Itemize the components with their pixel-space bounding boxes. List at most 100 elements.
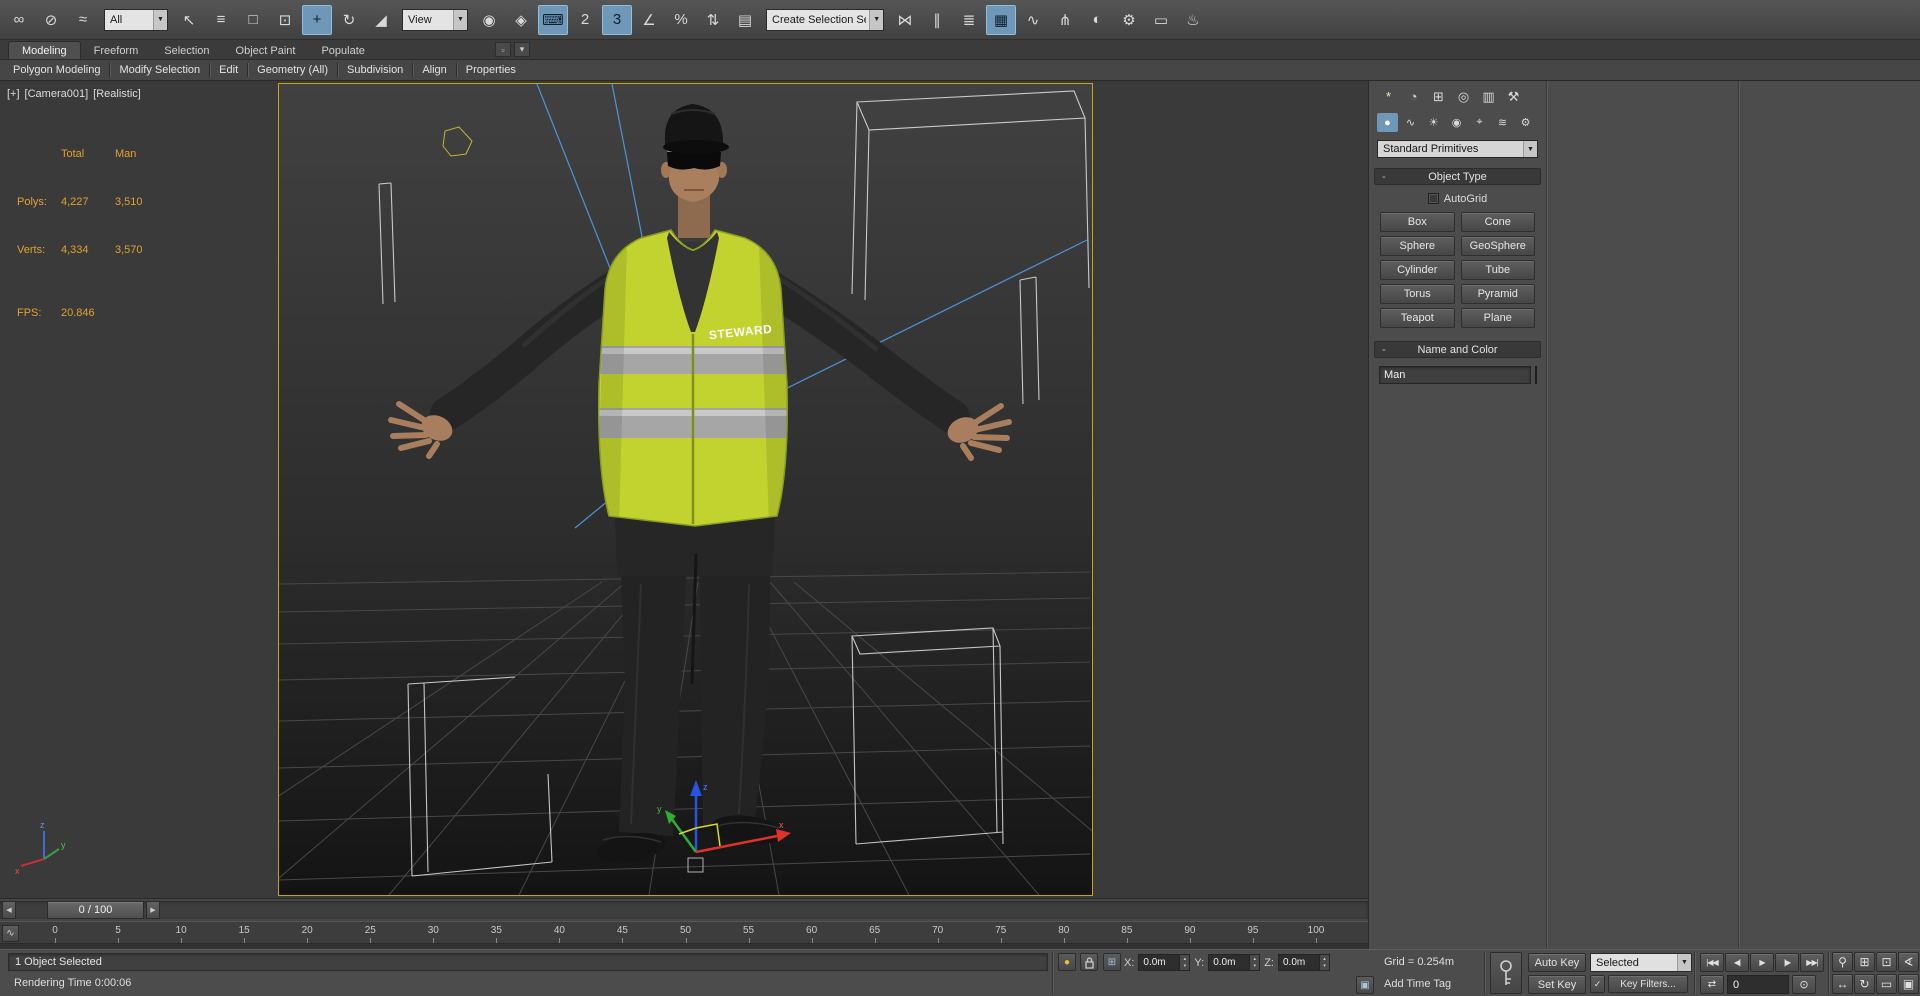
ribbon-section-edit[interactable]: Edit: [210, 64, 247, 76]
go-to-start-button[interactable]: |◀◀: [1700, 953, 1724, 972]
ribbon-section-properties[interactable]: Properties: [457, 64, 525, 76]
spinner-down-icon[interactable]: ▾: [1320, 963, 1329, 971]
ribbon-section-modify-selection[interactable]: Modify Selection: [110, 64, 209, 76]
ribbon-collapse-arrow-icon[interactable]: ▾: [514, 42, 530, 57]
add-time-tag[interactable]: Add Time Tag: [1384, 978, 1451, 990]
current-frame-field[interactable]: [1727, 975, 1789, 994]
auto-key-button[interactable]: Auto Key: [1528, 953, 1586, 972]
z-coordinate-field[interactable]: 0.0m ▴ ▾: [1277, 954, 1330, 971]
object-color-swatch[interactable]: [1535, 366, 1537, 384]
maxscript-listener-icon[interactable]: ▣: [1356, 976, 1374, 994]
y-coordinate-field[interactable]: 0.0m ▴ ▾: [1208, 954, 1261, 971]
spinner-up-icon[interactable]: ▴: [1250, 955, 1259, 963]
primitives-dropdown[interactable]: Standard Primitives ▼: [1377, 140, 1538, 158]
key-mode-toggle-icon[interactable]: ⇄: [1700, 975, 1724, 994]
select-and-scale-icon[interactable]: ◢: [366, 5, 396, 35]
select-and-manipulate-icon[interactable]: ◈: [506, 5, 536, 35]
main-viewport[interactable]: STEWARD z y x [+] [Camera001] [Realistic…: [0, 81, 1368, 898]
orbit-icon[interactable]: ↻: [1854, 974, 1875, 994]
ribbon-section-polygon-modeling[interactable]: Polygon Modeling: [4, 64, 109, 76]
shapes-category-icon[interactable]: ∿: [1400, 113, 1421, 132]
create-plane-button[interactable]: Plane: [1460, 308, 1535, 328]
rendered-frame-window-icon[interactable]: ▭: [1146, 5, 1176, 35]
ribbon-section-subdivision[interactable]: Subdivision: [338, 64, 412, 76]
zoom-region-icon[interactable]: ▭: [1876, 974, 1897, 994]
field-of-view-icon[interactable]: ∢: [1898, 952, 1919, 972]
key-selection-dropdown[interactable]: Selected ▼: [1590, 953, 1692, 972]
bind-to-space-warp-icon[interactable]: ≈: [68, 5, 98, 35]
zoom-all-icon[interactable]: ⊞: [1854, 952, 1875, 972]
dropdown-arrow-icon[interactable]: ▼: [1523, 141, 1537, 157]
ribbon-tab-freeform[interactable]: Freeform: [81, 42, 152, 59]
maximize-viewport-icon[interactable]: ▣: [1898, 974, 1919, 994]
ribbon-toggle-icon[interactable]: ▦: [986, 4, 1016, 35]
ribbon-section-geometry-all-[interactable]: Geometry (All): [248, 64, 337, 76]
render-production-icon[interactable]: ♨: [1178, 5, 1208, 35]
time-configuration-icon[interactable]: ⊙: [1792, 975, 1816, 994]
spinner-control[interactable]: ▴ ▾: [1179, 955, 1190, 970]
key-filters-check-icon[interactable]: ✓: [1590, 975, 1605, 993]
pan-icon[interactable]: ↔: [1832, 974, 1853, 994]
dropdown-arrow-icon[interactable]: ▼: [453, 9, 467, 30]
selection-lock-icon[interactable]: [1080, 953, 1098, 971]
viewport-shading-menu[interactable]: [Realistic]: [93, 88, 141, 100]
isolate-selection-icon[interactable]: ●: [1058, 953, 1076, 971]
space-warps-category-icon[interactable]: ≋: [1492, 113, 1513, 132]
lights-category-icon[interactable]: ☀: [1423, 113, 1444, 132]
select-by-name-icon[interactable]: ≡: [206, 5, 236, 35]
display-tab-icon[interactable]: ▥: [1477, 86, 1500, 107]
align-icon[interactable]: ∥: [922, 5, 952, 35]
select-and-link-icon[interactable]: ∞: [4, 5, 34, 35]
ribbon-section-align[interactable]: Align: [413, 64, 455, 76]
go-to-end-button[interactable]: ▶▶|: [1800, 953, 1824, 972]
previous-frame-button[interactable]: ◀|: [1725, 953, 1749, 972]
snap-toggle-3d-icon[interactable]: 3: [602, 4, 632, 35]
schematic-view-icon[interactable]: ⋔: [1050, 5, 1080, 35]
create-sphere-button[interactable]: Sphere: [1380, 236, 1455, 256]
create-torus-button[interactable]: Torus: [1380, 284, 1455, 304]
use-pivot-center-icon[interactable]: ◉: [474, 5, 504, 35]
time-slider-track[interactable]: [0, 901, 1368, 919]
geometry-category-icon[interactable]: ●: [1377, 113, 1398, 132]
time-slider-left-arrow-icon[interactable]: ◀: [2, 901, 16, 919]
spinner-control[interactable]: ▴ ▾: [1318, 955, 1329, 971]
absolute-mode-toggle-icon[interactable]: ⊞: [1103, 953, 1121, 971]
time-slider-handle[interactable]: 0 / 100: [47, 901, 144, 919]
create-teapot-button[interactable]: Teapot: [1380, 308, 1455, 328]
material-editor-icon[interactable]: ◐: [1082, 5, 1112, 35]
ribbon-panel-icon[interactable]: ▫: [495, 42, 511, 57]
track-bar-ruler[interactable]: ∿ 0 5 10 15 20 25 30 35 40 45 50 55 60 65 70 75 80 85 90 95…: [0, 921, 1368, 949]
selection-filter-dropdown[interactable]: All ▼: [104, 8, 168, 31]
utilities-tab-icon[interactable]: ⚒: [1502, 86, 1525, 107]
curve-editor-icon[interactable]: ∿: [1018, 5, 1048, 35]
dropdown-arrow-icon[interactable]: ▼: [869, 9, 883, 30]
camera-viewport-frame[interactable]: STEWARD z y x: [278, 83, 1093, 896]
next-frame-button[interactable]: |▶: [1775, 953, 1799, 972]
create-cylinder-button[interactable]: Cylinder: [1380, 260, 1455, 280]
window-crossing-icon[interactable]: ⊡: [270, 5, 300, 35]
create-cone-button[interactable]: Cone: [1460, 212, 1535, 232]
mirror-icon[interactable]: ⋈: [890, 5, 920, 35]
unlink-selection-icon[interactable]: ⊘: [36, 5, 66, 35]
set-keys-button[interactable]: [1490, 952, 1522, 994]
keyboard-override-icon[interactable]: ⌨: [538, 4, 568, 35]
zoom-icon[interactable]: ⚲: [1832, 952, 1853, 972]
x-coordinate-field[interactable]: 0.0m ▴ ▾: [1138, 954, 1191, 971]
angle-snap-icon[interactable]: ∠: [634, 5, 664, 35]
object-type-rollout-header[interactable]: - Object Type: [1374, 168, 1541, 185]
reference-coordinate-dropdown[interactable]: View ▼: [402, 8, 468, 31]
create-box-button[interactable]: Box: [1380, 212, 1455, 232]
helpers-category-icon[interactable]: ⌖: [1469, 113, 1490, 132]
rectangular-selection-region-icon[interactable]: □: [238, 5, 268, 35]
percent-snap-icon[interactable]: %: [666, 5, 696, 35]
modify-tab-icon[interactable]: ◔: [1402, 86, 1425, 107]
motion-tab-icon[interactable]: ◎: [1452, 86, 1475, 107]
edit-named-selection-sets-icon[interactable]: ▤: [730, 5, 760, 35]
ribbon-tab-selection[interactable]: Selection: [151, 42, 222, 59]
set-key-button[interactable]: Set Key: [1528, 975, 1586, 994]
spinner-snap-icon[interactable]: ⇅: [698, 5, 728, 35]
create-tab-icon[interactable]: *: [1377, 86, 1400, 107]
layer-manager-icon[interactable]: ≣: [954, 5, 984, 35]
open-mini-curve-editor-icon[interactable]: ∿: [2, 925, 19, 942]
spinner-control[interactable]: ▴ ▾: [1249, 955, 1260, 970]
